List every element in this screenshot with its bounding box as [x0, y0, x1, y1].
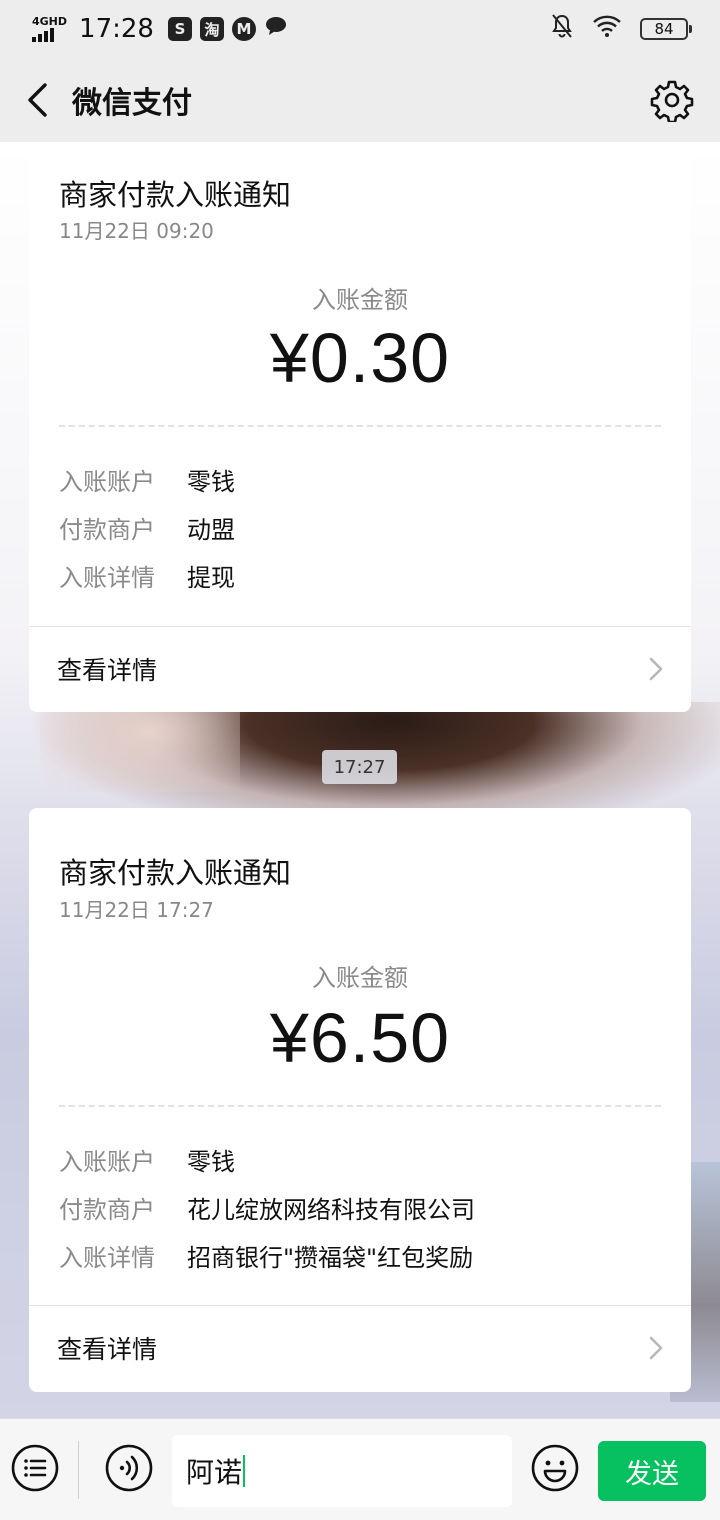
- view-details-label: 查看详情: [57, 656, 158, 685]
- row-value: 零钱: [187, 1148, 235, 1176]
- chat-input-bar: 阿诺 发送: [0, 1418, 720, 1520]
- card-date: 11月22日 09:20: [59, 219, 214, 243]
- row-label: 付款商户: [59, 1196, 155, 1224]
- settings-button[interactable]: [650, 78, 694, 124]
- time-separator: 17:27: [322, 750, 397, 784]
- payment-notification-card[interactable]: 商家付款入账通知 11月22日 09:20 入账金额 ¥0.30 入账账户 零钱…: [29, 142, 691, 712]
- row-value: 招商银行"攒福袋"红包奖励: [187, 1244, 474, 1272]
- card-title: 商家付款入账通知: [59, 856, 292, 890]
- cellular-signal-icon: 4GHD: [32, 16, 67, 42]
- payment-notification-card[interactable]: 商家付款入账通知 11月22日 17:27 入账金额 ¥6.50 入账账户 零钱…: [29, 808, 691, 1392]
- app-notification-icon: S: [167, 17, 192, 41]
- divider: [59, 1105, 661, 1107]
- taobao-notification-icon: 淘: [199, 17, 224, 41]
- amount-label: 入账金额: [312, 286, 408, 314]
- row-label: 入账账户: [59, 468, 155, 496]
- row-label: 付款商户: [59, 516, 155, 544]
- row-label: 入账账户: [59, 1148, 155, 1176]
- detail-row: 付款商户 花儿绽放网络科技有限公司: [59, 1190, 475, 1225]
- mute-bell-icon: [550, 13, 574, 45]
- voice-icon: [105, 1444, 153, 1492]
- detail-row: 入账详情 招商银行"攒福袋"红包奖励: [59, 1238, 473, 1273]
- divider: [78, 1441, 79, 1499]
- gear-icon: [650, 80, 694, 124]
- chat-bubble-icon: [264, 15, 288, 43]
- wifi-icon: [592, 14, 622, 44]
- row-value: 提现: [187, 564, 235, 592]
- detail-row: 付款商户 动盟: [59, 510, 235, 545]
- detail-row: 入账账户 零钱: [59, 462, 235, 497]
- row-value: 零钱: [187, 468, 235, 496]
- view-details-link[interactable]: 查看详情: [29, 626, 691, 712]
- view-details-label: 查看详情: [57, 1335, 158, 1364]
- page-title: 微信支付: [72, 86, 192, 121]
- app-notification-icon: M: [231, 17, 256, 41]
- menu-button[interactable]: [10, 1443, 60, 1493]
- row-value: 动盟: [187, 516, 235, 544]
- emoji-icon: [531, 1444, 579, 1492]
- card-title: 商家付款入账通知: [59, 178, 292, 212]
- chevron-right-icon: [649, 657, 663, 681]
- view-details-link[interactable]: 查看详情: [29, 1305, 691, 1391]
- battery-icon: 84: [640, 18, 692, 40]
- amount-label: 入账金额: [312, 964, 408, 992]
- detail-row: 入账账户 零钱: [59, 1142, 235, 1177]
- chevron-right-icon: [649, 1336, 663, 1360]
- voice-button[interactable]: [104, 1443, 154, 1493]
- card-date: 11月22日 17:27: [59, 898, 214, 922]
- emoji-button[interactable]: [530, 1443, 580, 1493]
- back-button[interactable]: [2, 58, 72, 142]
- chevron-left-icon: [28, 83, 47, 117]
- row-label: 入账详情: [59, 564, 155, 592]
- text-caret: [243, 1455, 246, 1487]
- amount-value: ¥0.30: [269, 319, 451, 397]
- header: 微信支付: [0, 58, 720, 142]
- amount-value: ¥6.50: [269, 999, 451, 1077]
- send-button[interactable]: 发送: [598, 1441, 706, 1501]
- row-value: 花儿绽放网络科技有限公司: [187, 1196, 475, 1224]
- menu-list-icon: [11, 1444, 59, 1492]
- message-input[interactable]: 阿诺: [172, 1435, 512, 1507]
- message-input-text: 阿诺: [186, 1456, 243, 1489]
- network-type: 4GHD: [32, 15, 68, 28]
- divider: [59, 425, 661, 427]
- detail-row: 入账详情 提现: [59, 558, 235, 593]
- status-bar: 4GHD 17:28 S 淘 M 84: [0, 0, 720, 58]
- status-time: 17:28: [79, 14, 154, 44]
- row-label: 入账详情: [59, 1244, 155, 1272]
